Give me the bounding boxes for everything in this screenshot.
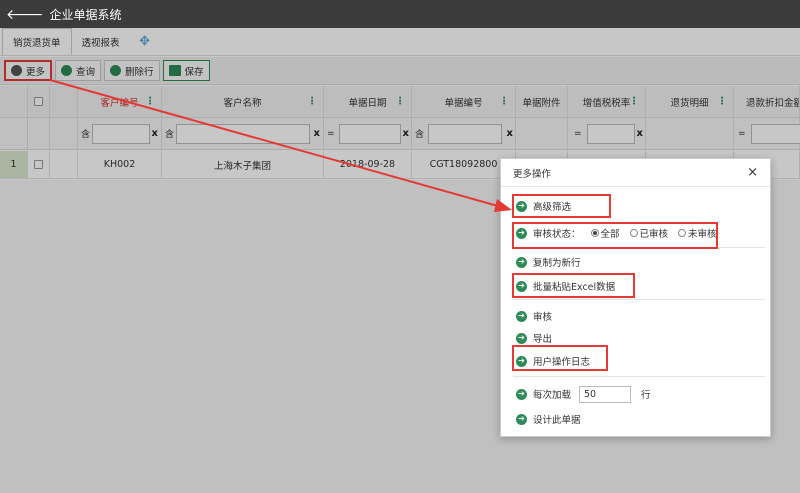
highlight-box [512, 194, 611, 218]
arrow-right-circle-icon: ➔ [516, 256, 527, 268]
arrow-right-circle-icon: ➔ [516, 413, 527, 425]
arrow-right-circle-icon: ➔ [516, 310, 527, 322]
title-bar: 🡐 企业单据系统 [0, 0, 800, 28]
load-each-item: ➔ 每次加载 50 行 [516, 385, 651, 403]
highlight-box [512, 345, 608, 371]
design-bill-item[interactable]: ➔ 设计此单据 [516, 411, 581, 427]
divider [513, 376, 765, 377]
app-title: 企业单据系统 [49, 7, 122, 22]
load-each-label: 每次加载 [533, 390, 572, 401]
divider [513, 299, 765, 300]
export-item[interactable]: ➔ 导出 [516, 330, 552, 346]
back-arrow-icon[interactable]: 🡐 [6, 6, 44, 23]
load-each-unit: 行 [641, 390, 651, 401]
copy-new-row-label: 复制为新行 [533, 258, 581, 269]
copy-new-row-item[interactable]: ➔ 复制为新行 [516, 254, 581, 270]
dialog-header: 更多操作 × [501, 159, 770, 187]
arrow-right-circle-icon: ➔ [516, 332, 527, 344]
highlight-box [512, 222, 718, 249]
audit-label: 审核 [533, 312, 553, 323]
load-each-input[interactable]: 50 [579, 385, 632, 403]
export-label: 导出 [533, 334, 553, 345]
arrow-right-circle-icon: ➔ [516, 388, 527, 400]
audit-item[interactable]: ➔ 审核 [516, 308, 552, 324]
highlight-box [512, 273, 635, 298]
design-bill-label: 设计此单据 [533, 415, 581, 426]
dialog-title: 更多操作 [513, 168, 552, 180]
close-icon[interactable]: × [747, 165, 758, 180]
